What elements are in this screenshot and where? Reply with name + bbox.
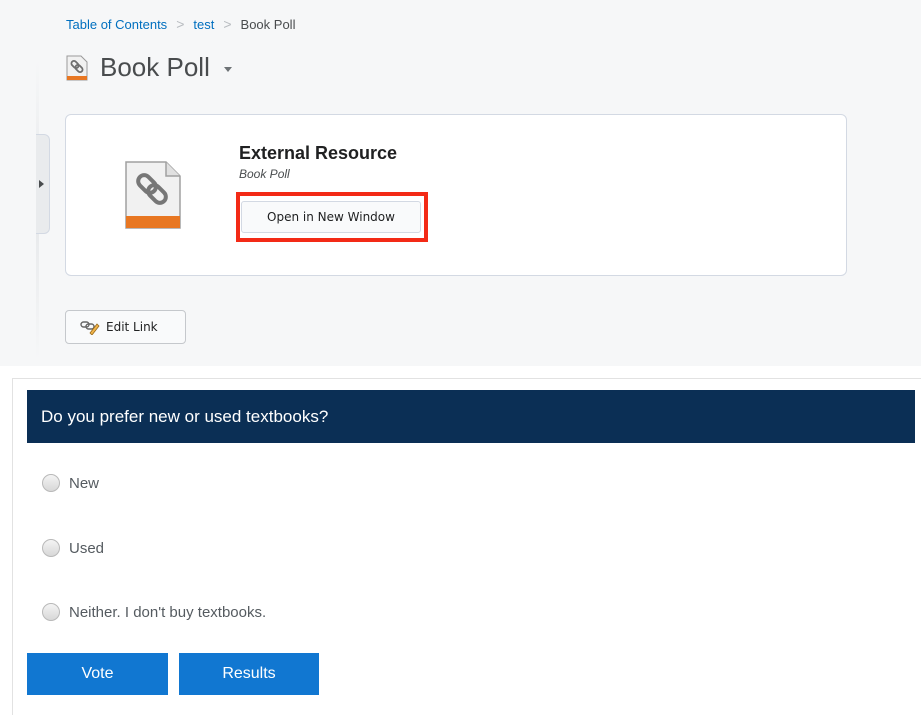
poll-option-label: Used bbox=[69, 539, 105, 557]
link-document-icon bbox=[66, 55, 88, 81]
divider bbox=[12, 378, 921, 379]
title-row: Book Poll bbox=[66, 52, 232, 83]
radio-button[interactable] bbox=[42, 603, 60, 621]
edit-link-button[interactable]: Edit Link bbox=[65, 310, 186, 344]
sidebar-toggle[interactable] bbox=[36, 134, 50, 234]
chevron-right-icon bbox=[39, 180, 44, 188]
poll-option-used[interactable]: Used bbox=[42, 539, 104, 557]
resource-heading: External Resource bbox=[239, 143, 398, 163]
vote-button[interactable]: Vote bbox=[27, 653, 168, 695]
results-button[interactable]: Results bbox=[179, 653, 319, 695]
divider bbox=[12, 378, 13, 715]
poll-option-label: New bbox=[69, 474, 100, 492]
poll-option-neither[interactable]: Neither. I don't buy textbooks. bbox=[42, 603, 266, 621]
poll-option-label: Neither. I don't buy textbooks. bbox=[69, 603, 267, 621]
breadcrumb: Table of Contents > test > Book Poll bbox=[66, 16, 295, 32]
breadcrumb-table-of-contents[interactable]: Table of Contents bbox=[66, 17, 167, 32]
radio-button[interactable] bbox=[42, 474, 60, 492]
breadcrumb-test[interactable]: test bbox=[193, 17, 214, 32]
link-document-icon bbox=[124, 160, 182, 230]
chevron-down-icon[interactable] bbox=[223, 67, 232, 72]
poll-option-new[interactable]: New bbox=[42, 474, 99, 492]
open-in-new-window-button[interactable]: Open in New Window bbox=[241, 201, 421, 233]
resource-subtitle: Book Poll bbox=[239, 167, 290, 181]
edit-link-label: Edit Link bbox=[106, 320, 158, 334]
breadcrumb-separator: > bbox=[176, 16, 185, 32]
content-view: Table of Contents > test > Book Poll Boo… bbox=[0, 0, 921, 366]
external-resource-card: External Resource Book Poll Open in New … bbox=[65, 114, 847, 276]
page-title: Book Poll bbox=[100, 52, 210, 82]
breadcrumb-separator: > bbox=[223, 16, 232, 32]
pencil-link-icon bbox=[80, 319, 100, 336]
radio-button[interactable] bbox=[42, 539, 60, 557]
poll-question: Do you prefer new or used textbooks? bbox=[27, 390, 915, 443]
breadcrumb-current: Book Poll bbox=[240, 16, 296, 32]
